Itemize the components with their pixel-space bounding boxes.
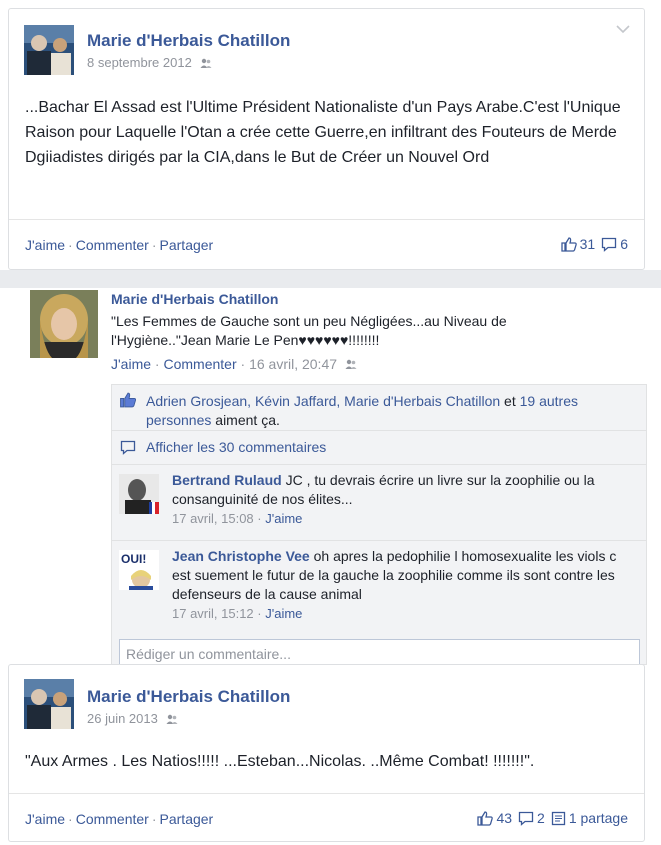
comment-like-link[interactable]: J'aime	[265, 511, 302, 526]
comments-count[interactable]: 6	[601, 236, 628, 252]
like-link[interactable]: J'aime	[111, 356, 151, 372]
comment-link[interactable]: Commenter	[163, 356, 236, 372]
comment-time[interactable]: 17 avril, 15:12	[172, 606, 254, 621]
audience-friends-icon	[345, 359, 357, 370]
comment-link[interactable]: Commenter	[76, 237, 149, 253]
show-all-comments[interactable]: Afficher les 30 commentaires	[112, 431, 646, 465]
comment-body: Bertrand Rulaud JC , tu devrais écrire u…	[172, 471, 632, 528]
likers-suffix: aiment ça.	[215, 412, 280, 428]
post-footer: J'aime · Commenter · Partager 31 6	[9, 219, 644, 269]
feed-separator	[0, 270, 661, 288]
thumbs-up-icon	[119, 392, 137, 408]
likes-count[interactable]: 43	[477, 810, 512, 826]
author-name[interactable]: Marie d'Herbais Chatillon	[87, 31, 290, 51]
author-avatar[interactable]	[24, 25, 74, 75]
comment-body: Jean Christophe Vee oh apres la pedophil…	[172, 547, 632, 623]
separator: ·	[68, 237, 73, 253]
comments-count-text: 6	[620, 236, 628, 252]
post-date-text[interactable]: 8 septembre 2012	[87, 55, 192, 70]
post-footer: J'aime · Commenter · Partager 43 2 1 partage	[9, 793, 644, 843]
commenter-avatar[interactable]	[119, 474, 159, 514]
share-icon	[551, 811, 566, 826]
post-text: "Les Femmes de Gauche sont un peu Néglig…	[111, 313, 507, 348]
audience-friends-icon	[200, 58, 212, 69]
share-link[interactable]: Partager	[160, 237, 214, 253]
author-avatar[interactable]	[24, 679, 74, 729]
separator: ·	[151, 237, 157, 253]
post-text: ...Bachar El Assad est l'Ultime Présiden…	[25, 99, 621, 166]
likes-count-text: 31	[579, 236, 596, 252]
comments-count-text: 2	[537, 810, 545, 826]
post-card: Marie d'Herbais Chatillon "Les Femmes de…	[0, 288, 661, 669]
separator: ·	[68, 811, 73, 827]
thumbs-up-icon	[560, 236, 577, 252]
comment-link[interactable]: Commenter	[76, 811, 149, 827]
comment-item: Bertrand Rulaud JC , tu devrais écrire u…	[112, 465, 646, 541]
share-link[interactable]: Partager	[160, 811, 214, 827]
comment-meta: 17 avril, 15:12 · J'aime	[172, 604, 632, 623]
separator: ·	[151, 811, 157, 827]
comments-count[interactable]: 2	[518, 810, 545, 826]
like-link[interactable]: J'aime	[25, 811, 65, 827]
commenter-name[interactable]: Jean Christophe Vee	[172, 548, 310, 564]
post-counts: 43 2 1 partage	[477, 810, 628, 826]
post-actions: J'aime · Commenter · Partager	[25, 237, 213, 253]
likers-names[interactable]: Adrien Grosjean, Kévin Jaffard, Marie d'…	[146, 393, 500, 409]
likes-summary-text: Adrien Grosjean, Kévin Jaffard, Marie d'…	[146, 392, 626, 430]
likes-count[interactable]: 31	[560, 236, 596, 252]
shares-count[interactable]: 1 partage	[551, 810, 628, 826]
post-date-text[interactable]: 26 juin 2013	[87, 711, 158, 726]
separator: ·	[240, 356, 250, 372]
comment-meta: 17 avril, 15:08 · J'aime	[172, 509, 632, 528]
audience-friends-icon	[166, 714, 178, 725]
comment-time[interactable]: 17 avril, 15:08	[172, 511, 254, 526]
thumbs-up-icon	[477, 810, 494, 826]
post-text: "Aux Armes . Les Natios!!!!! ...Esteban.…	[25, 753, 535, 770]
post-card: Marie d'Herbais Chatillon 26 juin 2013 "…	[8, 664, 645, 842]
author-avatar[interactable]	[30, 290, 98, 358]
commenter-name[interactable]: Bertrand Rulaud	[172, 472, 282, 488]
post-actions: J'aime · Commenter · Partager	[25, 811, 213, 827]
chevron-down-icon[interactable]	[616, 25, 630, 34]
post-date[interactable]: 26 juin 2013	[87, 711, 178, 726]
comment-item: OUI! Jean Christophe Vee oh apres la ped…	[112, 541, 646, 639]
likes-count-text: 43	[496, 810, 513, 826]
commenter-avatar[interactable]: OUI!	[119, 550, 159, 590]
avatar-badge-text: OUI!	[121, 552, 146, 566]
post-counts: 31 6	[560, 236, 628, 252]
comments-section: Adrien Grosjean, Kévin Jaffard, Marie d'…	[111, 384, 647, 669]
comment-icon	[518, 811, 534, 826]
shares-count-text: 1 partage	[568, 810, 628, 826]
author-name[interactable]: Marie d'Herbais Chatillon	[111, 291, 278, 307]
comment-like-link[interactable]: J'aime	[265, 606, 302, 621]
like-link[interactable]: J'aime	[25, 237, 65, 253]
post-meta: J'aime · Commenter · 16 avril, 20:47	[111, 356, 357, 372]
post-timestamp[interactable]: 16 avril, 20:47	[249, 356, 337, 372]
post-card: Marie d'Herbais Chatillon 8 septembre 20…	[8, 8, 645, 270]
comment-icon	[601, 237, 617, 252]
author-name[interactable]: Marie d'Herbais Chatillon	[87, 687, 290, 707]
likers-and: et	[504, 393, 516, 409]
show-all-comments-link[interactable]: Afficher les 30 commentaires	[146, 439, 326, 455]
likes-summary: Adrien Grosjean, Kévin Jaffard, Marie d'…	[112, 385, 646, 431]
comment-icon	[120, 440, 136, 455]
post-date[interactable]: 8 septembre 2012	[87, 55, 212, 70]
